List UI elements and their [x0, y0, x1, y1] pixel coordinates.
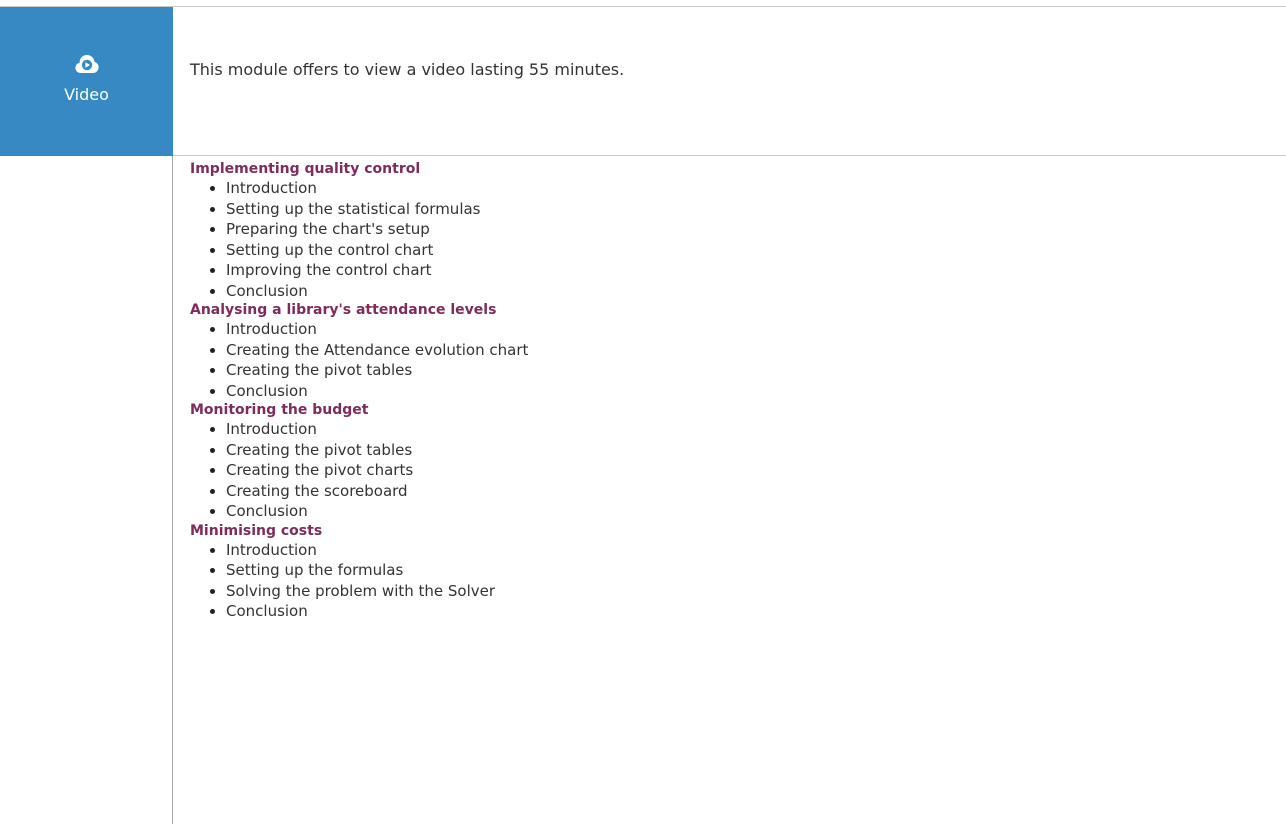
lesson-item: Introduction	[190, 540, 1270, 561]
lesson-item: Introduction	[190, 319, 1270, 340]
outline-section: Implementing quality control Introductio…	[190, 160, 1270, 301]
lesson-item: Setting up the control chart	[190, 240, 1270, 261]
module-type-tile: Video	[0, 7, 173, 156]
lesson-item: Setting up the formulas	[190, 560, 1270, 581]
lesson-item: Creating the pivot charts	[190, 460, 1270, 481]
video-play-cloud-icon	[75, 55, 99, 73]
header-divider	[173, 155, 1286, 156]
lesson-list: Introduction Creating the Attendance evo…	[190, 319, 1270, 401]
lesson-item: Setting up the statistical formulas	[190, 199, 1270, 220]
lesson-item: Creating the Attendance evolution chart	[190, 340, 1270, 361]
lesson-list: Introduction Setting up the formulas Sol…	[190, 540, 1270, 622]
lesson-item: Solving the problem with the Solver	[190, 581, 1270, 602]
lesson-item: Conclusion	[190, 281, 1270, 302]
lesson-item: Improving the control chart	[190, 260, 1270, 281]
module-description: This module offers to view a video lasti…	[190, 60, 625, 79]
lesson-item: Conclusion	[190, 601, 1270, 622]
lesson-item: Creating the scoreboard	[190, 481, 1270, 502]
lesson-item: Introduction	[190, 178, 1270, 199]
section-title: Analysing a library's attendance levels	[190, 302, 497, 318]
outline-section: Monitoring the budget Introduction Creat…	[190, 401, 1270, 522]
lesson-item: Conclusion	[190, 501, 1270, 522]
outline-section: Minimising costs Introduction Setting up…	[190, 522, 1270, 622]
course-outline: Implementing quality control Introductio…	[190, 160, 1270, 622]
outline-section: Analysing a library's attendance levels …	[190, 301, 1270, 401]
lesson-item: Creating the pivot tables	[190, 360, 1270, 381]
lesson-item: Introduction	[190, 419, 1270, 440]
section-title: Monitoring the budget	[190, 402, 369, 418]
lesson-list: Introduction Setting up the statistical …	[190, 178, 1270, 301]
section-title: Minimising costs	[190, 522, 323, 539]
section-title: Implementing quality control	[190, 161, 421, 177]
module-header: Video This module offers to view a video…	[0, 7, 1286, 156]
module-type-label: Video	[64, 85, 109, 104]
lesson-item: Conclusion	[190, 381, 1270, 402]
lesson-list: Introduction Creating the pivot tables C…	[190, 419, 1270, 522]
lesson-item: Preparing the chart's setup	[190, 219, 1270, 240]
lesson-item: Creating the pivot tables	[190, 440, 1270, 461]
content-left-border	[172, 156, 173, 824]
